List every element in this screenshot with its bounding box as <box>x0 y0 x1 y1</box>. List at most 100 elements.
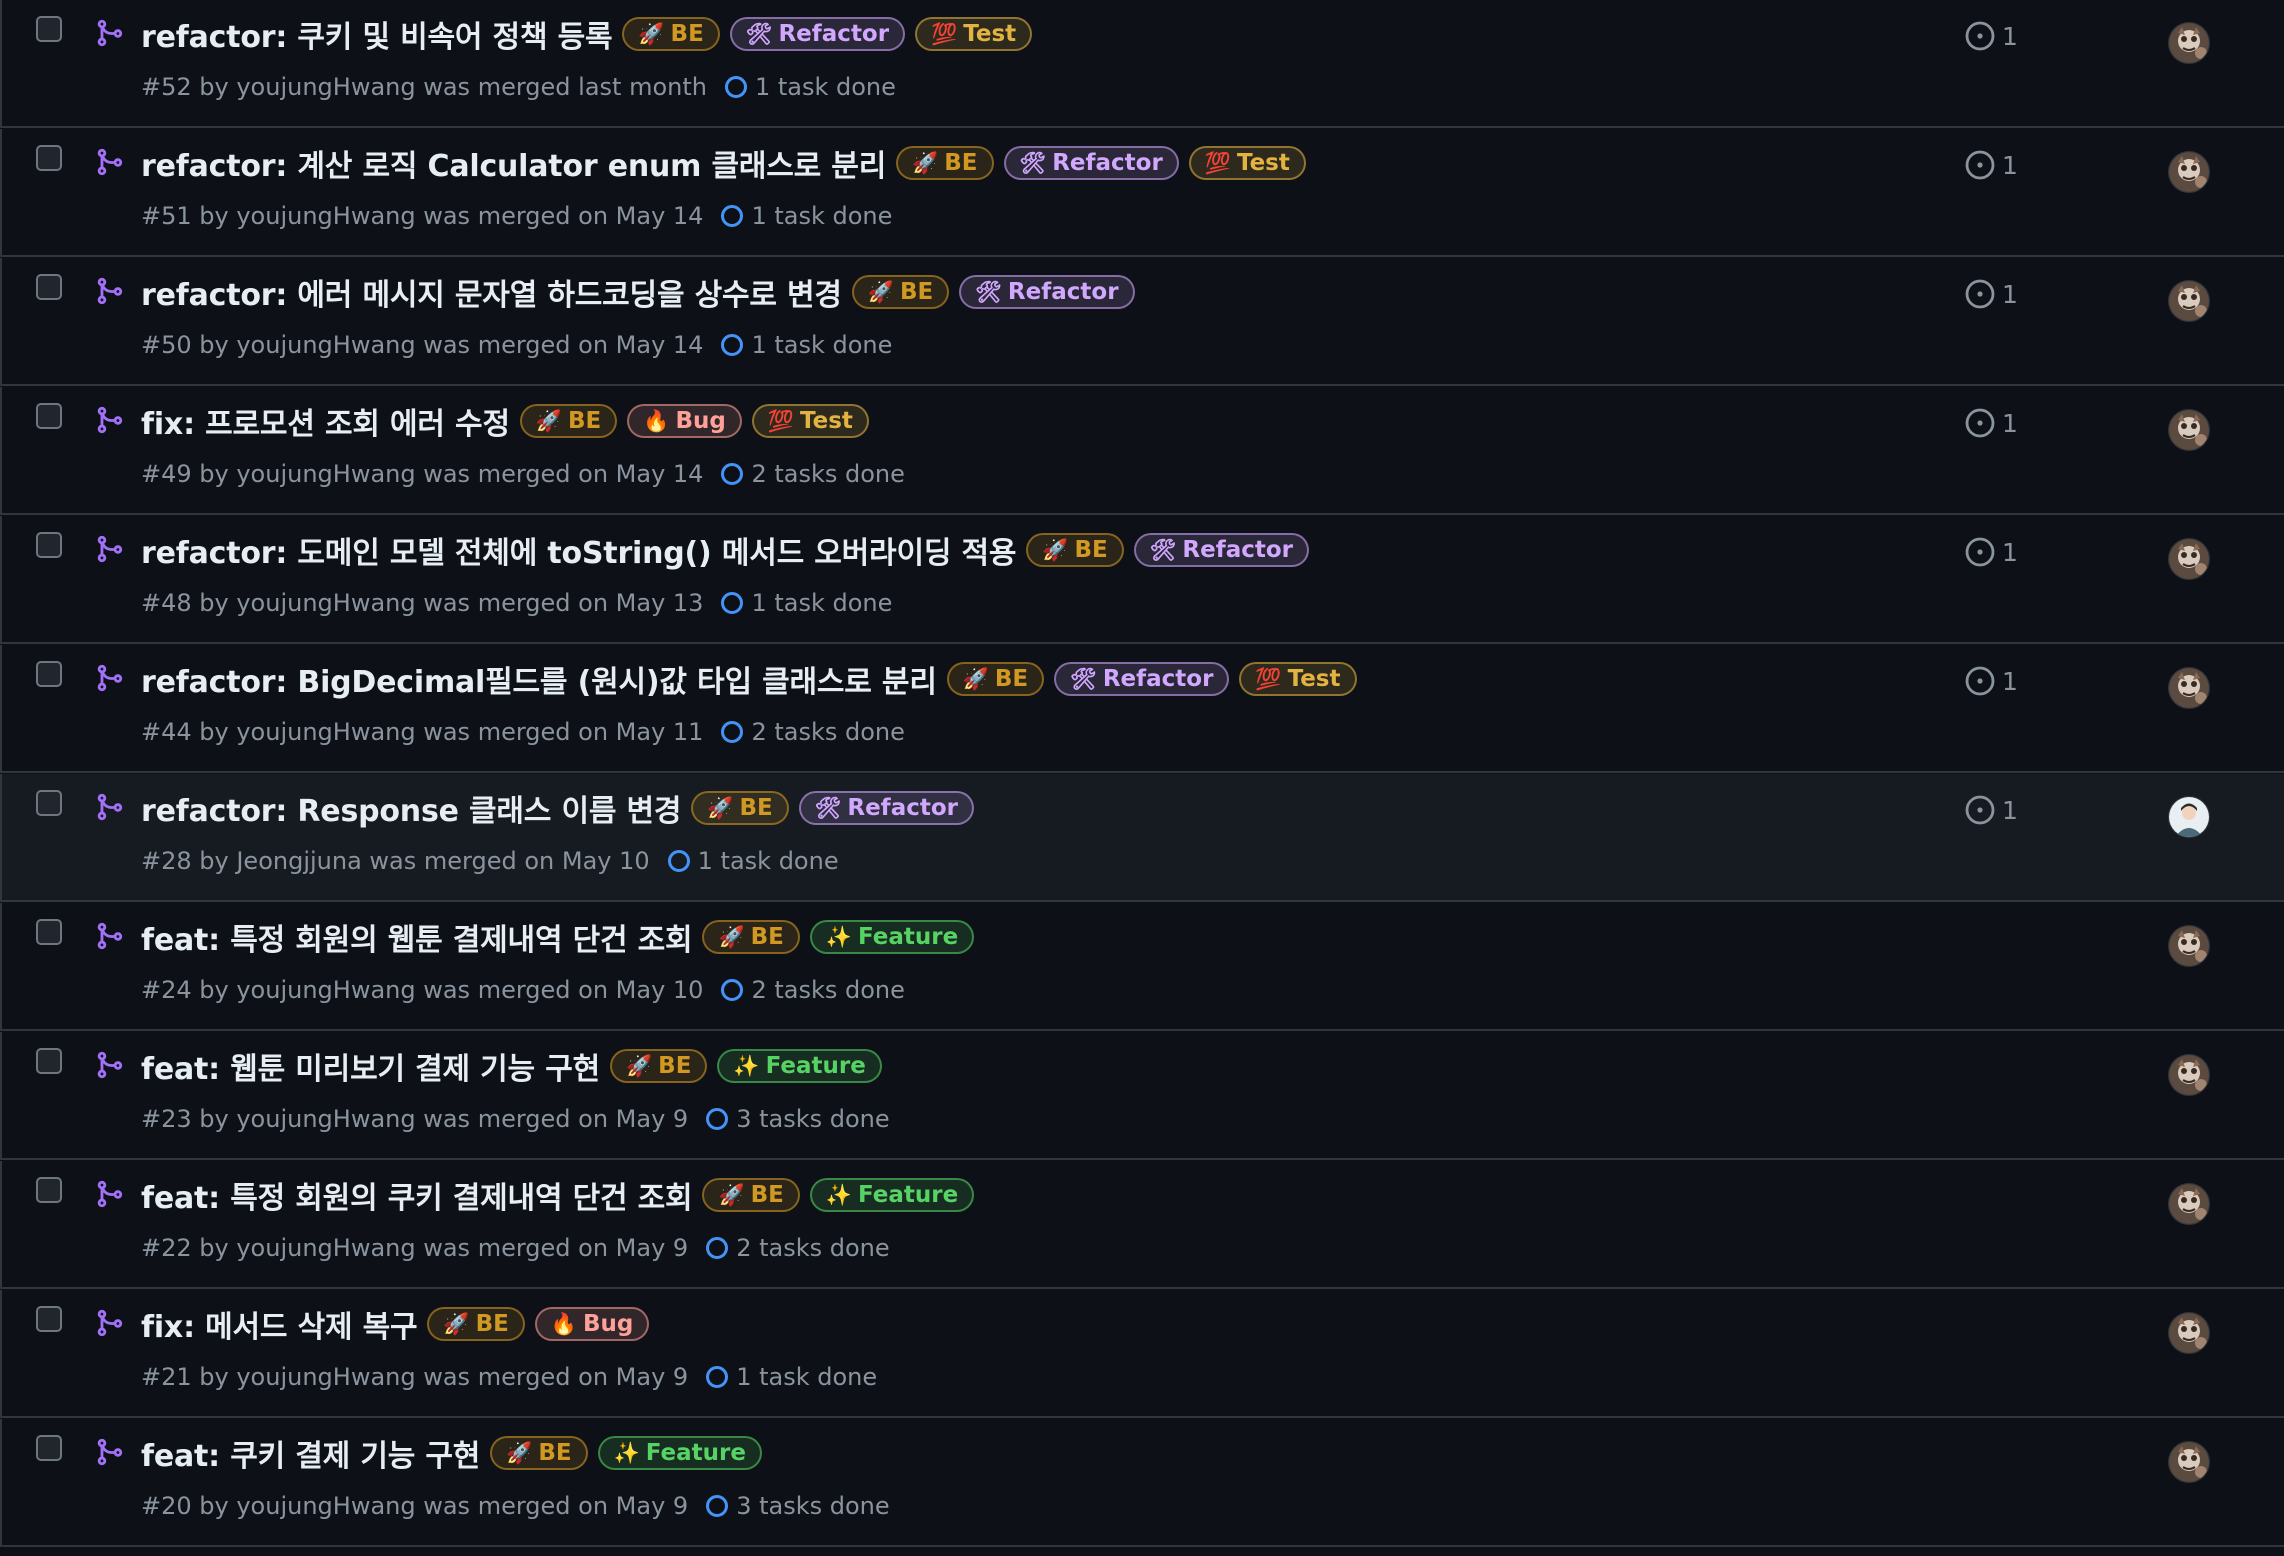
label-bug[interactable]: 🔥 Bug <box>534 1307 650 1341</box>
label-refactor[interactable]: 🛠 Refactor <box>959 275 1135 309</box>
linked-issue-count[interactable]: 1 <box>1964 536 2018 568</box>
pr-row[interactable]: refactor: BigDecimal필드를 (원시)값 타입 클래스로 분리… <box>0 645 2284 773</box>
label-be[interactable]: 🚀 BE <box>946 662 1045 696</box>
assignee-avatar[interactable] <box>2168 1054 2210 1096</box>
linked-issue-count[interactable]: 1 <box>1964 149 2018 181</box>
pr-row[interactable]: refactor: Response 클래스 이름 변경 🚀 BE 🛠 Refactor… <box>0 774 2284 902</box>
linked-issue-count[interactable]: 1 <box>1964 665 2018 697</box>
pr-row[interactable]: feat: 특정 회원의 웹툰 결제내역 단건 조회 🚀 BE ✨ Feature #24… <box>0 903 2284 1031</box>
assignee-avatar[interactable] <box>2168 22 2210 64</box>
task-count[interactable]: 2 tasks done <box>751 460 904 488</box>
assignee-avatar[interactable] <box>2168 925 2210 967</box>
pr-title-link[interactable]: refactor: BigDecimal필드를 (원시)값 타입 클래스로 분리 <box>141 657 937 701</box>
pr-row[interactable]: feat: 웹툰 미리보기 결제 기능 구현 🚀 BE ✨ Feature #23 by … <box>0 1032 2284 1160</box>
label-refactor[interactable]: 🛠 Refactor <box>729 17 906 51</box>
pr-row[interactable]: fix: 프로모션 조회 에러 수정 🚀 BE 🔥 Bug 💯 Test #49 by you… <box>0 387 2284 515</box>
label-test[interactable]: 💯 Test <box>751 404 869 438</box>
pr-title-link[interactable]: feat: 특정 회원의 쿠키 결제내역 단건 조회 <box>141 1173 693 1217</box>
label-be[interactable]: 🚀 BE <box>427 1307 525 1341</box>
select-checkbox[interactable] <box>36 919 62 945</box>
pr-row[interactable]: refactor: 쿠키 및 비속어 정책 등록 🚀 BE 🛠 Refactor 💯 Tes… <box>0 0 2284 128</box>
pr-title-link[interactable]: fix: 프로모션 조회 에러 수정 <box>141 399 510 443</box>
merged-pr-icon <box>94 1308 124 1338</box>
label-text: Test <box>1236 149 1290 176</box>
pr-title-link[interactable]: fix: 메서드 삭제 복구 <box>141 1302 418 1346</box>
pr-title-link[interactable]: refactor: 계산 로직 Calculator enum 클래스로 분리 <box>141 141 886 185</box>
assignee-avatar[interactable] <box>2168 1312 2210 1354</box>
label-be[interactable]: 🚀 BE <box>896 146 994 180</box>
task-count[interactable]: 2 tasks done <box>736 1234 889 1262</box>
select-checkbox[interactable] <box>36 1306 62 1332</box>
task-count[interactable]: 2 tasks done <box>751 718 904 746</box>
label-feature[interactable]: ✨ Feature <box>597 1436 762 1470</box>
select-checkbox[interactable] <box>36 16 62 42</box>
pr-row[interactable]: feat: 쿠키 결제 기능 구현 🚀 BE ✨ Feature #20 by youju… <box>0 1419 2284 1547</box>
label-test[interactable]: 💯 Test <box>915 17 1033 51</box>
pr-row[interactable]: refactor: 계산 로직 Calculator enum 클래스로 분리 🚀… <box>0 129 2284 257</box>
select-checkbox[interactable] <box>36 661 62 687</box>
linked-issue-count[interactable]: 1 <box>1964 407 2018 439</box>
task-count[interactable]: 2 tasks done <box>751 976 904 1004</box>
assignee-avatar[interactable] <box>2168 280 2210 322</box>
assignee-avatar[interactable] <box>2168 1183 2210 1225</box>
label-feature[interactable]: ✨ Feature <box>809 1178 975 1212</box>
select-checkbox[interactable] <box>36 274 62 300</box>
select-checkbox[interactable] <box>36 1435 62 1461</box>
task-count[interactable]: 1 task done <box>755 73 896 101</box>
task-count[interactable]: 1 task done <box>751 589 892 617</box>
pr-title-link[interactable]: feat: 쿠키 결제 기능 구현 <box>141 1431 480 1475</box>
linked-issue-count[interactable]: 1 <box>1964 794 2018 826</box>
assignee-avatar[interactable] <box>2168 667 2210 709</box>
label-test[interactable]: 💯 Test <box>1188 146 1306 180</box>
label-be[interactable]: 🚀 BE <box>490 1436 588 1470</box>
assignee-avatar[interactable] <box>2168 1441 2210 1483</box>
task-count[interactable]: 3 tasks done <box>736 1492 889 1520</box>
assignee-avatar[interactable] <box>2168 151 2210 193</box>
task-count[interactable]: 1 task done <box>698 847 839 875</box>
pr-title-link[interactable]: feat: 웹툰 미리보기 결제 기능 구현 <box>141 1044 600 1088</box>
pr-title-link[interactable]: feat: 특정 회원의 웹툰 결제내역 단건 조회 <box>141 915 693 959</box>
label-refactor[interactable]: 🛠 Refactor <box>1133 533 1309 567</box>
label-emoji-icon: ✨ <box>613 1440 640 1465</box>
linked-issue-count[interactable]: 1 <box>1964 20 2018 52</box>
pr-row[interactable]: refactor: 도메인 모델 전체에 toString() 메서드 오버라이… <box>0 516 2284 644</box>
assignee-avatar[interactable] <box>2168 796 2210 838</box>
task-count[interactable]: 1 task done <box>751 331 892 359</box>
pr-title-link[interactable]: refactor: 에러 메시지 문자열 하드코딩을 상수로 변경 <box>141 270 842 314</box>
label-be[interactable]: 🚀 BE <box>851 275 950 309</box>
label-be[interactable]: 🚀 BE <box>1026 533 1124 567</box>
label-refactor[interactable]: 🛠 Refactor <box>1054 662 1230 696</box>
select-checkbox[interactable] <box>36 1177 62 1203</box>
pr-title-line: feat: 웹툰 미리보기 결제 기능 구현 🚀 BE ✨ Feature <box>141 1044 882 1088</box>
assignee-avatar[interactable] <box>2168 538 2210 580</box>
task-count[interactable]: 1 task done <box>736 1363 877 1391</box>
label-be[interactable]: 🚀 BE <box>691 791 789 825</box>
pr-title-link[interactable]: refactor: 쿠키 및 비속어 정책 등록 <box>141 12 613 56</box>
select-checkbox[interactable] <box>36 1048 62 1074</box>
pr-row[interactable]: refactor: 에러 메시지 문자열 하드코딩을 상수로 변경 🚀 BE 🛠 Ref… <box>0 258 2284 386</box>
pr-row[interactable]: fix: 메서드 삭제 복구 🚀 BE 🔥 Bug #21 by youjungHwang… <box>0 1290 2284 1418</box>
label-feature[interactable]: ✨ Feature <box>809 920 975 954</box>
label-feature[interactable]: ✨ Feature <box>717 1049 882 1083</box>
label-be[interactable]: 🚀 BE <box>702 920 800 954</box>
label-test[interactable]: 💯 Test <box>1239 662 1357 696</box>
label-text: BE <box>739 794 773 821</box>
linked-issue-count[interactable]: 1 <box>1964 278 2018 310</box>
label-bug[interactable]: 🔥 Bug <box>627 404 742 438</box>
select-checkbox[interactable] <box>36 403 62 429</box>
select-checkbox[interactable] <box>36 532 62 558</box>
assignee-avatar[interactable] <box>2168 409 2210 451</box>
label-refactor[interactable]: 🛠 Refactor <box>1003 146 1179 180</box>
pr-title-link[interactable]: refactor: 도메인 모델 전체에 toString() 메서드 오버라이… <box>141 528 1017 572</box>
label-be[interactable]: 🚀 BE <box>702 1178 800 1212</box>
task-count[interactable]: 3 tasks done <box>736 1105 889 1133</box>
pr-row[interactable]: feat: 특정 회원의 쿠키 결제내역 단건 조회 🚀 BE ✨ Feature #22… <box>0 1161 2284 1289</box>
select-checkbox[interactable] <box>36 145 62 171</box>
label-be[interactable]: 🚀 BE <box>622 17 720 51</box>
label-refactor[interactable]: 🛠 Refactor <box>798 791 974 825</box>
pr-title-link[interactable]: refactor: Response 클래스 이름 변경 <box>141 786 681 830</box>
label-be[interactable]: 🚀 BE <box>519 404 618 438</box>
task-count[interactable]: 1 task done <box>751 202 892 230</box>
select-checkbox[interactable] <box>36 790 62 816</box>
label-be[interactable]: 🚀 BE <box>610 1049 708 1083</box>
